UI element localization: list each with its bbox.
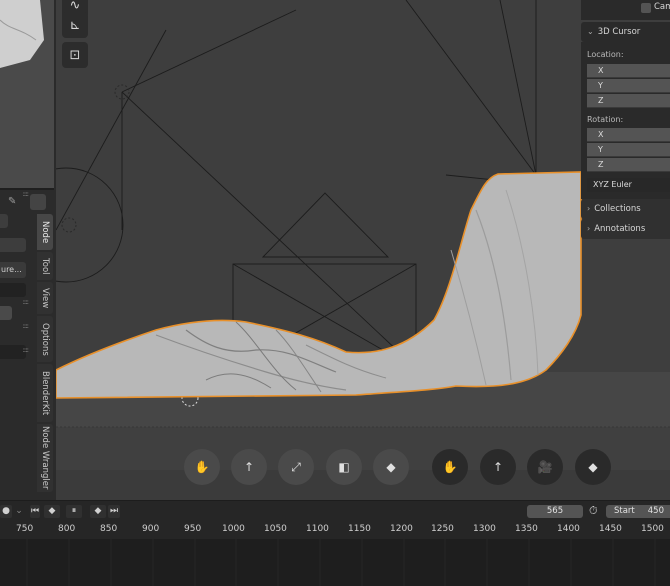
tick-label: 850 [100,524,118,534]
blender-window: :::: ✎ ure... :::: :::: :::: ∿ ⊾ ⊡ ✋ ↑ ⤢… [0,0,670,586]
keyframe-icon[interactable]: ◆ [575,449,611,485]
panel-grip[interactable]: :::: [23,298,30,306]
tick-label: 1050 [264,524,287,534]
panel-field[interactable] [0,214,8,228]
tick-label: 1500 [641,524,664,534]
rotation-label: Rotation: [587,115,624,124]
timeline-ruler[interactable]: 750 800 850 900 950 1000 1050 1100 1150 … [0,521,670,539]
pin-icon[interactable]: ✎ [8,196,16,207]
tick-label: 750 [16,524,34,534]
start-value: 450 [647,506,664,516]
tick-label: 1000 [222,524,245,534]
keyframe-icon[interactable]: ◆ [373,449,409,485]
chevron-right-icon: › [587,204,591,213]
tick-label: 900 [142,524,160,534]
chevron-down-icon: ⌄ [587,27,594,36]
3d-cursor-panel-header[interactable]: ⌄ 3D Cursor [581,22,670,42]
annotations-panel-header[interactable]: › Annotations [581,219,670,239]
sidebar-tabs: Node Tool View Options BlenderKit Node W… [37,214,53,494]
panel-field[interactable] [0,306,12,320]
hand-icon[interactable]: ✋ [184,449,220,485]
panel-field[interactable] [0,238,26,252]
location-x-field[interactable]: X [587,64,670,78]
3d-viewport[interactable]: ∿ ⊾ ⊡ ✋ ↑ ⤢ ◧ ◆ ✋ ↑ 🎥 ◆ [56,0,670,500]
mini-viewport[interactable] [0,0,54,190]
tab-view[interactable]: View [37,282,53,314]
tick-label: 800 [58,524,76,534]
rotation-x-field[interactable]: X [587,128,670,142]
tab-node[interactable]: Node [37,214,53,250]
tab-blenderkit[interactable]: BlenderKit [37,364,53,422]
location-z-field[interactable]: Z [587,94,670,108]
add-cube-tool-icon[interactable]: ⊡ [62,42,88,68]
arrow-up-icon[interactable]: ↑ [231,449,267,485]
cube-face-icon[interactable]: ◧ [326,449,362,485]
start-frame-field[interactable]: Start 450 [606,505,670,518]
rotation-mode-dropdown[interactable]: XYZ Euler [587,178,670,192]
tick-label: 1350 [515,524,538,534]
stopwatch-icon[interactable]: ⏱ [589,504,598,518]
location-y-field[interactable]: Y [587,79,670,93]
prev-keyframe-icon[interactable]: ◆ [44,505,60,518]
next-keyframe-icon[interactable]: ◆ [90,505,106,518]
tick-label: 1400 [557,524,580,534]
editor-type-icon[interactable] [30,194,46,210]
camera-icon[interactable]: 🎥 [527,449,563,485]
jump-start-icon[interactable]: ⏮ [30,505,40,518]
pause-icon[interactable]: ⏸ [66,505,82,518]
node-name-field[interactable]: ure... [0,262,26,278]
expand-icon[interactable]: ⤢ [278,449,314,485]
chevron-down-icon[interactable]: ⌄ [14,505,24,518]
tab-tool[interactable]: Tool [37,252,53,280]
measure-tool-icon[interactable]: ⊾ [62,12,88,38]
tab-node-wrangler[interactable]: Node Wrangler [37,424,53,492]
collections-panel-header[interactable]: › Collections [581,199,670,219]
hand-icon[interactable]: ✋ [432,449,468,485]
timeline-header: ● ⌄ ⏮ ◆ ⏸ ◆ ⏭ 565 ⏱ Start 450 [0,501,670,521]
chevron-right-icon: › [587,224,591,233]
tick-label: 1300 [473,524,496,534]
start-label: Start [614,506,635,516]
scene-canvas[interactable] [56,0,670,500]
jump-end-icon[interactable]: ⏭ [108,505,120,518]
tick-label: 950 [184,524,202,534]
tick-label: 1150 [348,524,371,534]
record-icon[interactable]: ● [0,505,12,518]
tick-label: 1450 [599,524,622,534]
panel-field[interactable] [0,283,26,297]
arrow-up-icon[interactable]: ↑ [480,449,516,485]
panel-grip[interactable]: :::: [23,346,30,354]
location-label: Location: [587,50,624,59]
camera-checkbox[interactable] [641,3,651,13]
timeline-tracks[interactable] [0,539,670,586]
tick-label: 1200 [390,524,413,534]
tab-options[interactable]: Options [37,316,53,362]
rotation-z-field[interactable]: Z [587,158,670,172]
tick-label: 1100 [306,524,329,534]
camera-row: Cam [581,0,670,20]
tick-label: 1250 [431,524,454,534]
panel-grip[interactable]: :::: [23,322,30,330]
panel-grip[interactable]: :::: [23,190,30,198]
rotation-y-field[interactable]: Y [587,143,670,157]
current-frame-field[interactable]: 565 [527,505,583,518]
camera-label: Cam [654,2,670,12]
